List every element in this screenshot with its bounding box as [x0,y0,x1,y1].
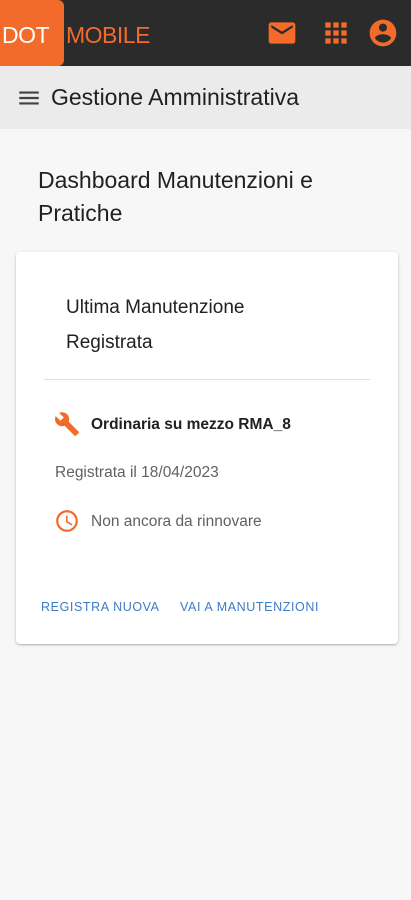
mail-icon[interactable] [266,17,298,49]
card-divider [44,379,370,380]
section-title: Gestione Amministrativa [51,84,299,110]
last-maintenance-card: Ultima Manutenzione Registrata Ordinaria… [16,252,398,644]
maintenance-type: Ordinaria su mezzo RMA_8 [91,416,291,433]
logo-text-dot: DOT [2,22,50,48]
wrench-icon [54,411,80,437]
renewal-status: Non ancora da rinnovare [91,513,262,530]
apps-icon[interactable] [320,17,352,49]
go-to-maintenance-button[interactable]: VAI A MANUTENZIONI [180,600,319,614]
logo[interactable]: DOT [0,0,64,66]
registration-date: Registrata il 18/04/2023 [55,464,219,481]
card-title: Ultima Manutenzione Registrata [66,297,245,353]
account-circle-icon[interactable] [367,17,399,49]
page-title: Dashboard Manutenzioni e Pratiche [38,167,313,226]
clock-icon [54,508,80,534]
register-new-button[interactable]: REGISTRA NUOVA [41,600,160,614]
menu-icon[interactable] [16,85,42,111]
logo-text-mobile: MOBILE [66,22,150,48]
